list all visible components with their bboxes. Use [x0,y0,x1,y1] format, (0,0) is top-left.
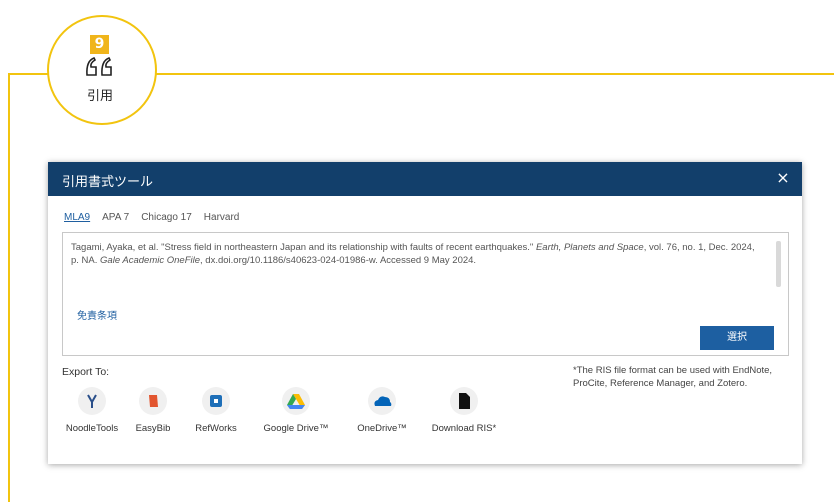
citation-style-tabs: MLA9 APA 7 Chicago 17 Harvard [64,212,239,223]
dialog-title: 引用書式ツール [62,175,154,190]
tab-apa7[interactable]: APA 7 [102,212,129,223]
easybib-icon [139,387,167,415]
disclaimer-link[interactable]: 免責条項 [77,307,117,322]
export-download-ris[interactable]: Download RIS* [426,387,502,434]
close-button[interactable]: × [774,169,792,187]
onedrive-icon [368,387,396,415]
tab-harvard[interactable]: Harvard [204,212,240,223]
step-number-badge: 9 [90,35,109,54]
dialog-header: 引用書式ツール × [48,162,802,196]
citation-text-box[interactable]: Tagami, Ayaka, et al. "Stress field in n… [62,232,789,356]
citation-database: Gale Academic OneFile [100,255,201,266]
quote-icon [86,56,112,76]
citation-tool-dialog: 引用書式ツール × MLA9 APA 7 Chicago 17 Harvard … [48,162,802,464]
export-google-drive[interactable]: Google Drive™ [256,387,336,434]
export-easybib[interactable]: EasyBib [128,387,178,434]
step-label: 引用 [86,89,113,104]
export-refworks[interactable]: RefWorks [188,387,244,434]
citation-scrollbar[interactable] [776,241,781,287]
citation-journal: Earth, Planets and Space [535,242,644,253]
export-noodletools[interactable]: NoodleTools [60,387,124,434]
citation-text: Tagami, Ayaka, et al. "Stress field in n… [71,242,755,266]
tab-chicago17[interactable]: Chicago 17 [141,212,192,223]
export-label: Export To: [62,366,110,378]
export-onedrive[interactable]: OneDrive™ [350,387,414,434]
refworks-icon [202,387,230,415]
ris-file-icon [450,387,478,415]
select-button[interactable]: 選択 [700,326,774,350]
tab-mla9[interactable]: MLA9 [64,212,90,223]
frame-left-line [8,73,10,502]
ris-note: *The RIS file format can be used with En… [573,365,773,389]
noodletools-icon [78,387,106,415]
google-drive-icon [282,387,310,415]
